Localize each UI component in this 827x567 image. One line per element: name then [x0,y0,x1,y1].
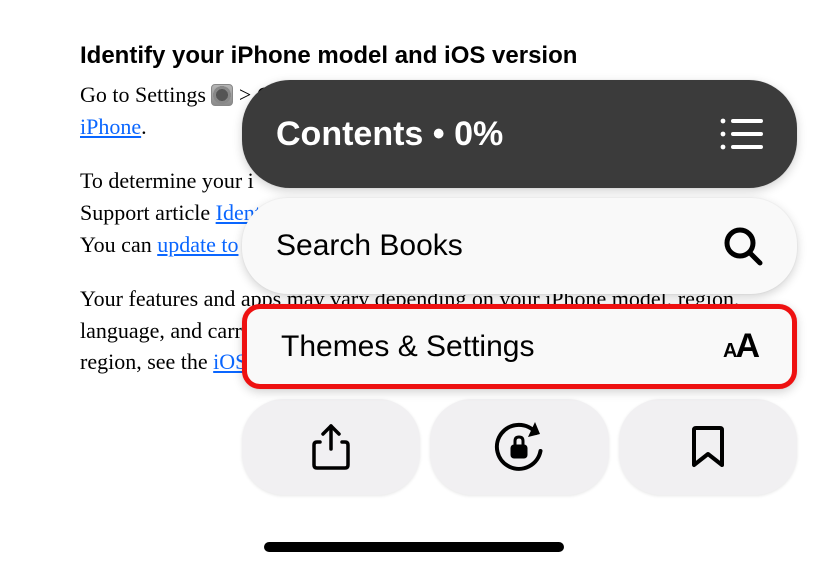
share-icon [311,423,351,471]
action-button-row [242,399,797,495]
bookmark-icon [691,425,725,469]
contents-button[interactable]: Contents • 0% [242,80,797,188]
home-indicator [264,542,564,552]
orientation-lock-button[interactable] [430,399,608,495]
paragraph-4b: region, see the [80,349,213,374]
bookmark-button[interactable] [619,399,797,495]
list-icon [719,117,763,151]
search-label: Search Books [276,229,463,263]
search-button[interactable]: Search Books [242,198,797,294]
share-button[interactable] [242,399,420,495]
text-size-icon: AA [723,327,758,366]
settings-app-icon [211,84,233,106]
orientation-lock-icon [491,419,547,475]
intro-period: . [141,114,147,139]
paragraph-3a: You can [80,232,157,257]
page-heading: Identify your iPhone model and iOS versi… [80,40,747,71]
paragraph-2b: Support article [80,200,216,225]
themes-settings-button[interactable]: Themes & Settings AA [242,304,797,389]
intro-text: Go to Settings [80,82,211,107]
reading-menu: Contents • 0% Search Books [242,80,797,495]
contents-label: Contents • 0% [276,115,503,154]
themes-label: Themes & Settings [281,330,534,364]
update-link[interactable]: update to [157,232,238,257]
paragraph-2a: To determine your i [80,168,254,193]
search-icon [723,226,763,266]
